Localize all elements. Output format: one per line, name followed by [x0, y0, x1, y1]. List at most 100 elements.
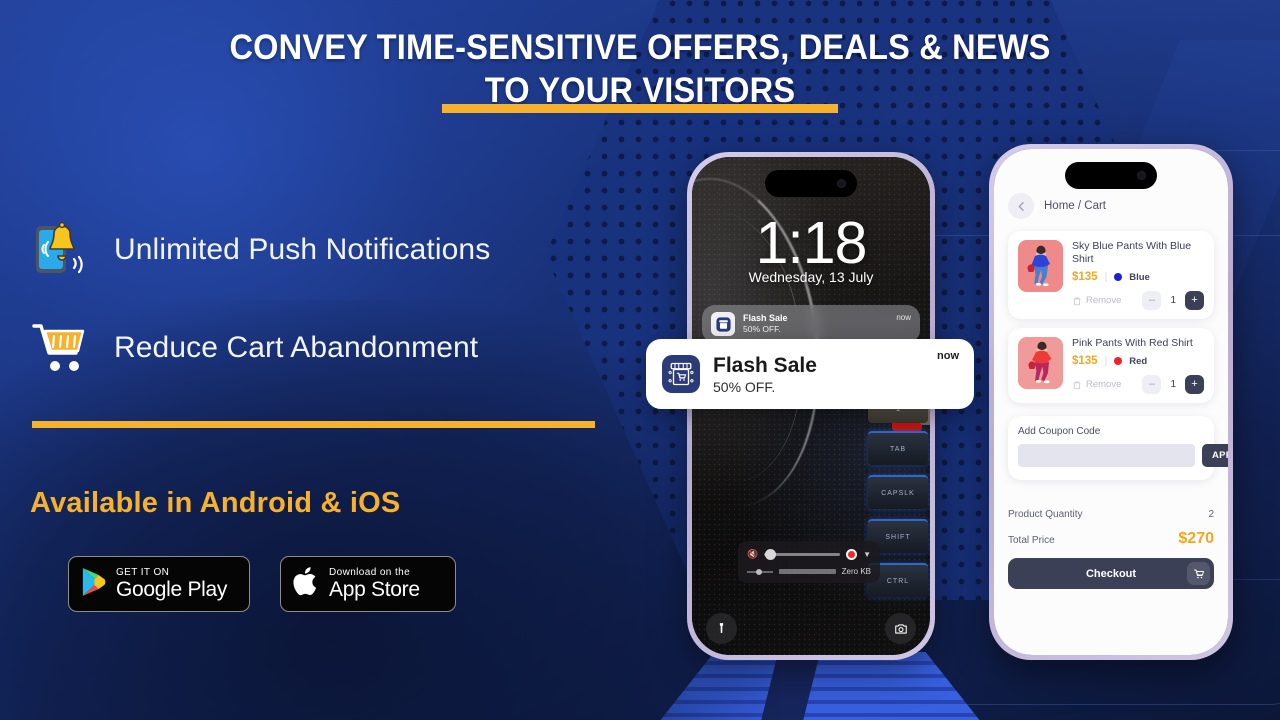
cart-icon — [1187, 562, 1210, 585]
feature-list: Unlimited Push Notifications Reduce Cart… — [30, 212, 630, 408]
camera-icon — [894, 623, 907, 634]
flashlight-button[interactable] — [706, 613, 737, 644]
headline-underline — [442, 104, 838, 113]
order-summary: Product Quantity 2 Total Price $270 Chec… — [1008, 509, 1214, 589]
remove-button[interactable]: Remove — [1072, 379, 1121, 390]
notification-app-icon — [711, 312, 735, 336]
product-quantity-value: 2 — [1208, 509, 1214, 520]
cart-screen: Home / Cart Sky Blue Pants With Blue Shi… — [994, 149, 1228, 655]
quantity-decrease-button[interactable]: – — [1142, 291, 1162, 310]
recording-widget[interactable]: 🔇 ▼ Zero KB — [738, 541, 880, 583]
notification-time: now — [937, 350, 959, 362]
app-store-large-label: App Store — [329, 578, 420, 601]
quantity-stepper: – 1 + — [1142, 291, 1204, 310]
product-thumbnail[interactable] — [1018, 240, 1063, 292]
cart-item-row: Pink Pants With Red Shirt $135 | Red Rem… — [1008, 328, 1214, 403]
quantity-increase-button[interactable]: + — [1185, 375, 1204, 394]
shop-app-icon — [662, 355, 700, 393]
flash-sale-notification-card[interactable]: Flash Sale 50% OFF. now — [646, 339, 974, 409]
google-play-large-label: Google Play — [116, 578, 228, 601]
keyboard-key-capslock: CAPSLK — [868, 475, 928, 509]
product-name: Sky Blue Pants With Blue Shirt — [1072, 240, 1192, 265]
chevron-down-icon[interactable]: ▼ — [863, 550, 871, 559]
mini-slider[interactable] — [747, 568, 773, 575]
feature-label: Unlimited Push Notifications — [114, 233, 491, 266]
store-badges: GET IT ON Google Play Download on the Ap… — [68, 556, 456, 612]
remove-button[interactable]: Remove — [1072, 295, 1121, 306]
google-play-button[interactable]: GET IT ON Google Play — [68, 556, 250, 612]
quantity-value: 1 — [1170, 295, 1176, 306]
trash-icon — [1073, 380, 1081, 389]
remove-label: Remove — [1086, 295, 1122, 306]
notification-title: Flash Sale — [743, 313, 788, 323]
notification-title: Flash Sale — [713, 353, 817, 377]
meta-separator: | — [1104, 355, 1108, 367]
shopping-cart-icon — [30, 317, 92, 379]
apply-coupon-button[interactable]: APPLY — [1202, 444, 1228, 467]
feature-label: Reduce Cart Abandonment — [114, 331, 479, 364]
dynamic-island — [1065, 162, 1157, 189]
google-play-small-label: GET IT ON — [116, 567, 170, 578]
front-camera-icon — [837, 179, 846, 188]
product-thumbnail[interactable] — [1018, 337, 1063, 389]
page-title: CONVEY TIME-SENSITIVE OFFERS, DEALS & NE… — [45, 26, 1235, 112]
back-button[interactable] — [1008, 193, 1034, 219]
product-quantity-label: Product Quantity — [1008, 509, 1083, 520]
product-color-name: Red — [1129, 355, 1148, 367]
product-quantity-row: Product Quantity 2 — [1008, 509, 1214, 520]
volume-slider-knob[interactable] — [765, 549, 777, 560]
feature-item-cart-abandonment: Reduce Cart Abandonment — [30, 310, 630, 386]
notification-body: 50% OFF. — [713, 378, 776, 395]
apple-icon — [293, 566, 320, 602]
phone-bell-icon — [30, 219, 92, 281]
trash-icon — [1073, 296, 1081, 305]
feature-item-push-notifications: Unlimited Push Notifications — [30, 212, 630, 288]
product-color-name: Blue — [1129, 271, 1150, 283]
camera-button[interactable] — [885, 613, 916, 644]
total-price-label: Total Price — [1008, 535, 1055, 546]
section-divider — [32, 421, 595, 428]
color-swatch — [1114, 273, 1123, 281]
dynamic-island — [765, 170, 857, 197]
checkout-button[interactable]: Checkout — [1008, 558, 1214, 589]
lock-screen-time: 1:18 — [755, 210, 868, 276]
remove-label: Remove — [1086, 379, 1122, 390]
quantity-stepper: – 1 + — [1142, 375, 1204, 394]
keyboard-key-tab: TAB — [868, 431, 928, 465]
promo-banner: CONVEY TIME-SENSITIVE OFFERS, DEALS & NE… — [0, 0, 1280, 720]
product-price: $135 — [1072, 271, 1098, 283]
coupon-input[interactable] — [1018, 444, 1195, 467]
lock-screen-date: Wednesday, 13 July — [748, 269, 874, 285]
cart-item-row: Sky Blue Pants With Blue Shirt $135 | Bl… — [1008, 231, 1214, 319]
total-price-row: Total Price $270 — [1008, 530, 1214, 548]
product-price: $135 — [1072, 355, 1098, 367]
meta-separator: | — [1104, 271, 1108, 283]
color-swatch — [1114, 357, 1123, 365]
cart-header: Home / Cart — [1008, 193, 1214, 219]
phone-cart-screen: Home / Cart Sky Blue Pants With Blue Shi… — [989, 144, 1233, 660]
cart-screen-container: Home / Cart Sky Blue Pants With Blue Shi… — [994, 149, 1228, 655]
app-store-small-label: Download on the — [329, 567, 411, 578]
product-name: Pink Pants With Red Shirt — [1072, 337, 1193, 349]
arrow-left-icon — [1018, 201, 1024, 211]
volume-slider[interactable] — [764, 549, 841, 560]
record-button[interactable] — [846, 549, 858, 560]
app-store-button[interactable]: Download on the App Store — [280, 556, 456, 612]
checkout-label: Checkout — [1085, 567, 1137, 580]
total-price-value: $270 — [1178, 530, 1214, 547]
quantity-decrease-button[interactable]: – — [1142, 375, 1162, 394]
headline-line-1: CONVEY TIME-SENSITIVE OFFERS, DEALS & NE… — [229, 28, 1051, 67]
front-camera-icon — [1137, 171, 1146, 180]
availability-text: Available in Android & iOS — [30, 487, 401, 519]
quantity-value: 1 — [1170, 379, 1176, 390]
breadcrumb[interactable]: Home / Cart — [1044, 200, 1106, 212]
notification-time: now — [896, 313, 911, 322]
lock-screen-notification[interactable]: Flash Sale 50% OFF. now — [702, 305, 920, 343]
mute-icon[interactable]: 🔇 — [747, 549, 758, 560]
progress-bar — [779, 569, 836, 574]
recording-size-label: Zero KB — [841, 567, 871, 576]
coupon-section: Add Coupon Code APPLY — [1008, 416, 1228, 480]
google-play-icon — [81, 567, 107, 602]
flashlight-icon — [719, 623, 724, 633]
quantity-increase-button[interactable]: + — [1185, 291, 1204, 310]
